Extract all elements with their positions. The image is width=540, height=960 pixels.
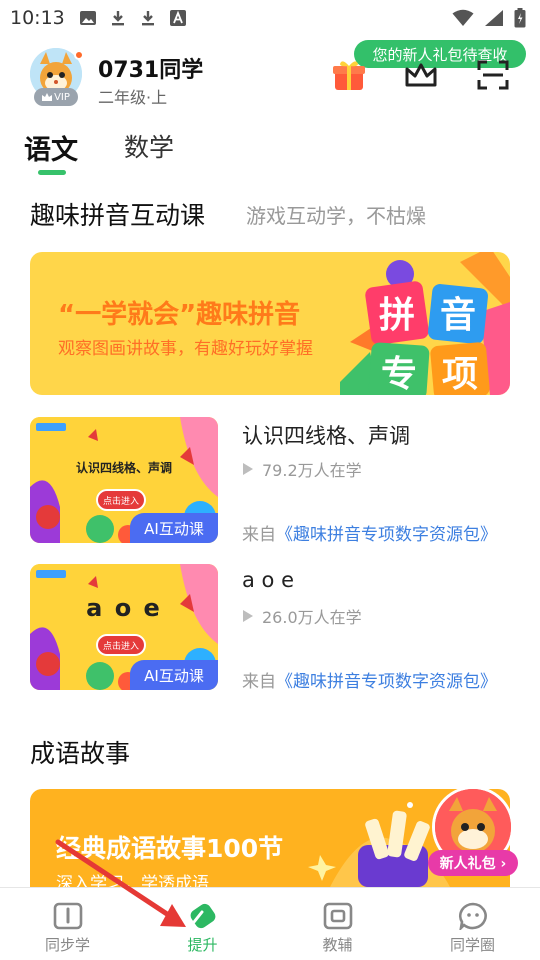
wifi-icon — [452, 9, 474, 26]
source-prefix: 来自 — [242, 672, 276, 692]
section-subtitle-pinyin: 游戏互动学，不枯燥 — [246, 204, 426, 228]
idiom-banner-title: 经典成语故事100节 — [56, 834, 284, 863]
source-prefix: 来自 — [242, 525, 276, 545]
user-grade[interactable]: 二年级·上 — [98, 84, 167, 108]
crown-icon — [405, 63, 437, 87]
play-icon — [243, 610, 253, 622]
learners-count: 79.2万人在学 — [262, 461, 362, 480]
notification-icons — [79, 9, 187, 27]
ai-course-badge: AI互动课 — [130, 660, 218, 690]
nav-label: 同学圈 — [449, 936, 495, 954]
course-thumbnail[interactable]: 认识四线格、声调 点击进入 AI互动课 — [30, 417, 218, 543]
course-title[interactable]: a o e — [242, 568, 294, 592]
nav-label: 同步学 — [44, 936, 90, 954]
course-enter-button[interactable]: 点击进入 — [96, 489, 146, 511]
art-char-2: 音 — [440, 295, 476, 336]
newbie-gift-badge[interactable]: 新人礼包 › — [428, 850, 518, 876]
user-name[interactable]: 0731同学 — [98, 52, 203, 84]
nav-item-tutoring[interactable]: 教辅 — [270, 888, 405, 960]
art-char-1: 拼 — [379, 295, 415, 336]
signal-icon — [485, 10, 503, 26]
eraser-icon — [190, 903, 215, 929]
pinyin-special-art-icon: 拼 音 专 项 — [340, 252, 510, 395]
course-thumbnail[interactable]: a o e 点击进入 AI互动课 — [30, 564, 218, 690]
scan-icon — [477, 60, 509, 90]
battery-icon — [514, 8, 526, 28]
font-a-icon — [169, 10, 186, 26]
crown-icon — [42, 93, 53, 101]
image-icon — [79, 11, 96, 25]
download-icon — [111, 11, 124, 26]
box-icon — [323, 902, 352, 930]
course-title[interactable]: 认识四线格、声调 — [242, 420, 410, 450]
art-char-4: 项 — [442, 354, 478, 395]
course-thumb-text: 认识四线格、声调 — [75, 461, 172, 475]
active-tab-indicator — [38, 170, 66, 175]
course-thumb-text: a o e — [86, 594, 162, 622]
nav-item-classmates[interactable]: 同学圈 — [405, 888, 540, 960]
source-link[interactable]: 《趣味拼音专项数字资源包》 — [276, 525, 497, 545]
nav-label: 教辅 — [322, 936, 353, 954]
system-icons — [452, 8, 526, 28]
download-icon — [141, 11, 154, 26]
idiom-banner-subtitle: 深入学习，学透成语 — [56, 874, 209, 887]
tab-yuwen[interactable]: 语文 — [24, 128, 78, 167]
pinyin-banner[interactable]: “一学就会”趣味拼音 观察图画讲故事，有趣好玩好掌握 拼 音 专 项 — [30, 252, 510, 395]
unread-dot — [74, 50, 84, 60]
pinyin-banner-desc: 观察图画讲故事，有趣好玩好掌握 — [58, 339, 313, 359]
book-icon — [53, 902, 82, 930]
status-time: 10:13 — [10, 7, 65, 29]
ai-course-badge: AI互动课 — [130, 513, 218, 543]
source-link[interactable]: 《趣味拼音专项数字资源包》 — [276, 672, 497, 692]
gift-button[interactable] — [332, 58, 366, 92]
art-char-3: 专 — [381, 354, 417, 395]
course-enter-button[interactable]: 点击进入 — [96, 634, 146, 656]
tab-shuxue[interactable]: 数学 — [124, 128, 174, 164]
course-source: 来自《趣味拼音专项数字资源包》 — [242, 667, 497, 692]
nav-label: 提升 — [187, 936, 218, 954]
section-title-pinyin: 趣味拼音互动课 — [30, 201, 206, 230]
vip-badge: VIP — [34, 88, 78, 106]
course-source: 来自《趣味拼音专项数字资源包》 — [242, 520, 497, 545]
status-bar: 10:13 — [0, 0, 540, 36]
section-title-idiom: 成语故事 — [30, 739, 131, 768]
pinyin-banner-title: “一学就会”趣味拼音 — [58, 300, 301, 330]
course-learners: 26.0万人在学 — [242, 604, 362, 628]
nav-item-improve[interactable]: 提升 — [135, 888, 270, 960]
learners-count: 26.0万人在学 — [262, 608, 362, 627]
vip-crown-button[interactable] — [404, 58, 438, 92]
chat-face-icon — [458, 902, 487, 930]
scan-button[interactable] — [476, 58, 510, 92]
bottom-nav: 同步学 提升 教辅 同学圈 — [0, 887, 540, 960]
play-icon — [243, 463, 253, 475]
avatar[interactable]: VIP — [30, 48, 84, 106]
vip-label: VIP — [54, 91, 70, 103]
course-learners: 79.2万人在学 — [242, 457, 362, 481]
gift-icon — [333, 61, 365, 90]
nav-item-sync-learn[interactable]: 同步学 — [0, 888, 135, 960]
